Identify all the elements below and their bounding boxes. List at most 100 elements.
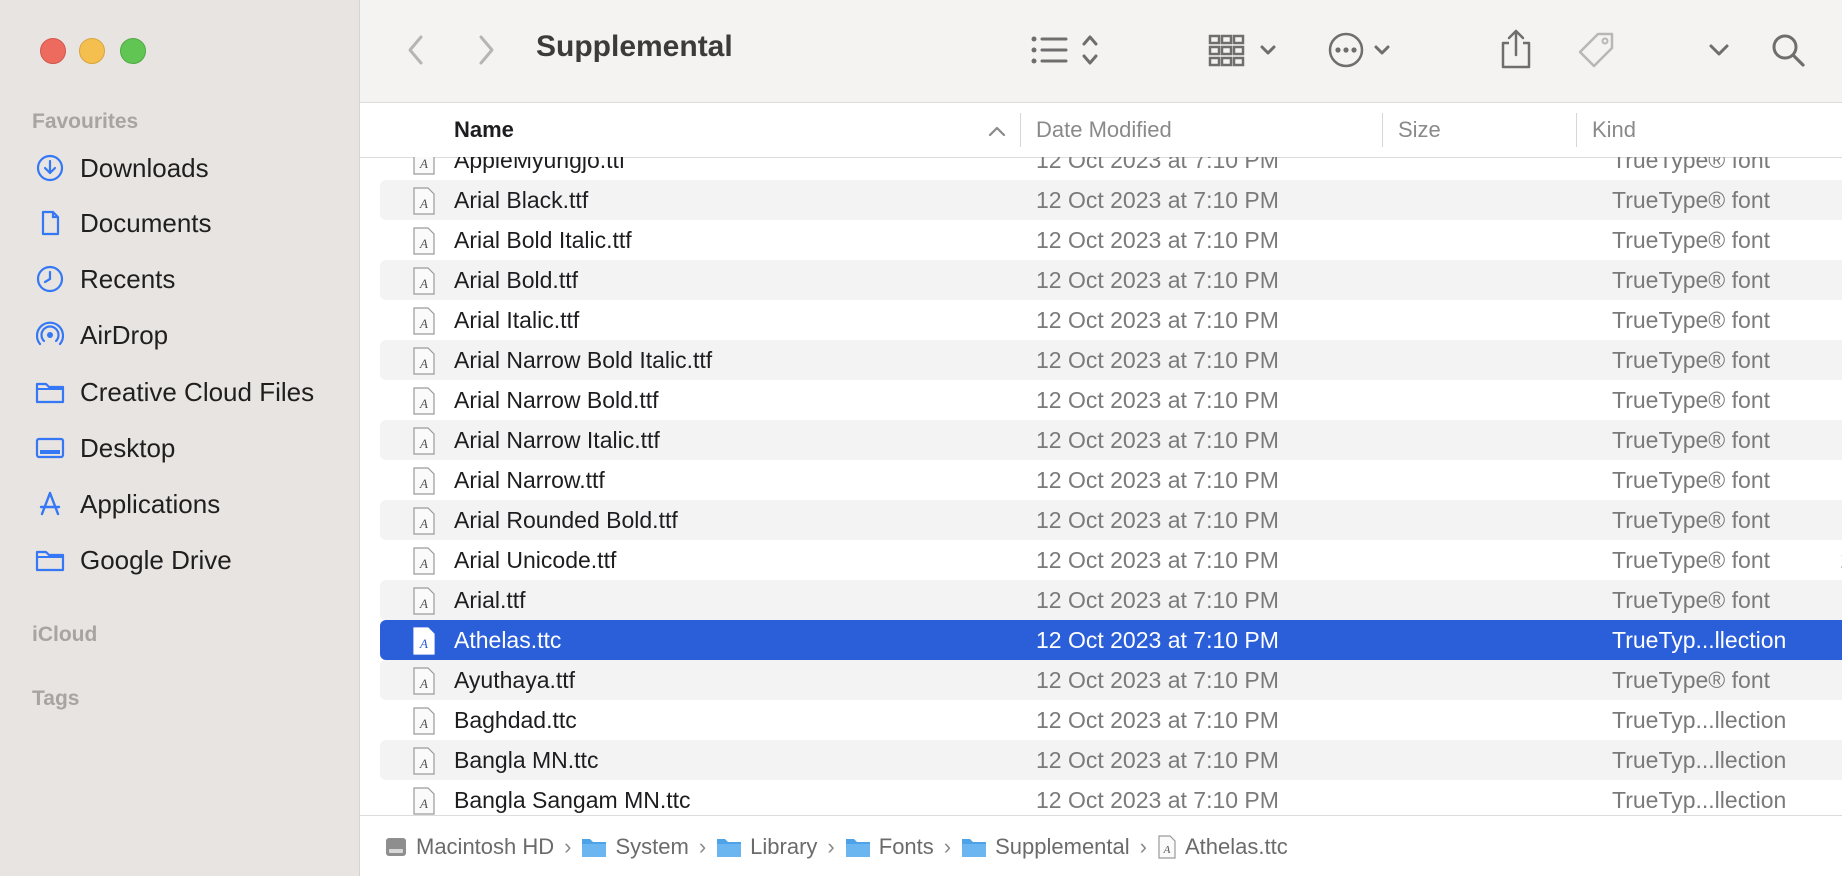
- svg-text:A: A: [419, 756, 428, 771]
- file-date-modified: 12 Oct 2023 at 7:10 PM: [1036, 786, 1279, 813]
- column-size[interactable]: Size: [1398, 117, 1441, 143]
- file-date-modified: 12 Oct 2023 at 7:10 PM: [1036, 546, 1279, 573]
- file-date-modified: 12 Oct 2023 at 7:10 PM: [1036, 746, 1279, 773]
- svg-text:A: A: [419, 157, 428, 171]
- file-kind: TrueType® font: [1612, 506, 1771, 533]
- forward-button[interactable]: [466, 30, 506, 70]
- file-kind: TrueTyp...llection: [1612, 786, 1787, 813]
- search-icon: [1772, 34, 1805, 67]
- window-title: Supplemental: [536, 30, 733, 63]
- font-file-icon: A: [412, 187, 436, 215]
- sidebar-item-desktop[interactable]: Desktop: [26, 425, 346, 471]
- path-crumb-supplemental[interactable]: Supplemental: [961, 834, 1130, 860]
- table-row[interactable]: AAyuthaya.ttf12 Oct 2023 at 7:10 PM307 K…: [380, 660, 1842, 700]
- table-row[interactable]: ABangla MN.ttc12 Oct 2023 at 7:10 PM317 …: [380, 740, 1842, 780]
- table-row[interactable]: AArial.ttf12 Oct 2023 at 7:10 PM773 KBTr…: [380, 580, 1842, 620]
- svg-text:A: A: [419, 596, 428, 611]
- applications-icon: [34, 488, 66, 520]
- column-date-modified[interactable]: Date Modified: [1036, 117, 1172, 143]
- sidebar-item-documents[interactable]: Documents: [26, 200, 346, 246]
- svg-text:A: A: [419, 196, 428, 211]
- download-circle-icon: [34, 152, 66, 184]
- icloud-heading[interactable]: iCloud: [32, 623, 97, 647]
- path-crumb-system[interactable]: System: [581, 834, 689, 860]
- table-row[interactable]: A Arial Narrow Italic.ttf 12 Oct 2023 at 7…: [380, 420, 1842, 460]
- column-name[interactable]: Name: [454, 117, 514, 143]
- favourites-heading: Favourites: [32, 110, 139, 133]
- close-window-button[interactable]: [40, 38, 66, 64]
- svg-text:A: A: [419, 356, 428, 371]
- font-file-icon: A: [1158, 834, 1176, 859]
- sidebar-item-creative-cloud-files[interactable]: Creative Cloud Files: [26, 369, 346, 415]
- table-row[interactable]: AArial Italic.ttf12 Oct 2023 at 7:10 PM5…: [380, 300, 1842, 340]
- table-row[interactable]: AArial Narrow.ttf12 Oct 2023 at 7:10 PM1…: [380, 460, 1842, 500]
- file-date-modified: 12 Oct 2023 at 7:10 PM: [1036, 306, 1279, 333]
- share-button[interactable]: [1496, 26, 1536, 72]
- table-row[interactable]: A Arial Bold Italic.ttf 12 Oct 2023 at 7:1…: [380, 220, 1842, 260]
- path-crumb-label: Library: [750, 833, 818, 859]
- view-options-button[interactable]: [1028, 28, 1112, 72]
- sidebar-item-google-drive[interactable]: Google Drive: [26, 537, 346, 583]
- table-row[interactable]: ABaghdad.ttc12 Oct 2023 at 7:10 PM109 KB…: [380, 700, 1842, 740]
- file-date-modified: 12 Oct 2023 at 7:10 PM: [1036, 157, 1279, 173]
- font-file-icon: A: [412, 507, 436, 535]
- font-file-icon: A: [412, 587, 436, 615]
- sidebar-item-airdrop[interactable]: AirDrop: [26, 312, 346, 358]
- svg-text:A: A: [419, 316, 428, 331]
- font-file-icon: A: [412, 627, 436, 655]
- file-name: Athelas.ttc: [454, 626, 562, 653]
- search-button[interactable]: [1766, 28, 1810, 72]
- table-row[interactable]: A Arial Narrow Bold Italic.ttf 12 Oct 2023…: [380, 340, 1842, 380]
- file-name: AppleMyungjo.ttf: [454, 157, 626, 173]
- file-date-modified: 12 Oct 2023 at 7:10 PM: [1036, 466, 1279, 493]
- zoom-window-button[interactable]: [120, 38, 146, 64]
- table-row[interactable]: A Arial Rounded Bold.ttf 12 Oct 2023 at 7:…: [380, 500, 1842, 540]
- column-kind[interactable]: Kind: [1592, 117, 1636, 143]
- sidebar-item-label: Downloads: [80, 152, 209, 183]
- table-row[interactable]: A Arial Narrow Bold.ttf 12 Oct 2023 at 7:1…: [380, 380, 1842, 420]
- file-name: Arial Narrow Bold Italic.ttf: [454, 346, 713, 373]
- table-row[interactable]: A Arial Unicode.ttf 12 Oct 2023 at 7:10 PM…: [380, 540, 1842, 580]
- sidebar-item-downloads[interactable]: Downloads: [26, 145, 346, 191]
- minimize-window-button[interactable]: [79, 38, 105, 64]
- column-divider[interactable]: [1576, 113, 1577, 147]
- column-divider[interactable]: [1020, 113, 1021, 147]
- sidebar-item-applications[interactable]: Applications: [26, 481, 346, 527]
- path-crumb-label: Fonts: [878, 833, 934, 859]
- back-button[interactable]: [396, 30, 436, 70]
- table-row[interactable]: AArial Bold.ttf12 Oct 2023 at 7:10 PM751…: [380, 260, 1842, 300]
- tags-heading[interactable]: Tags: [32, 687, 79, 711]
- more-toolbar-button[interactable]: [1704, 38, 1734, 62]
- file-name: Arial Narrow.ttf: [454, 466, 605, 493]
- table-row[interactable]: AArial Black.ttf12 Oct 2023 at 7:10 PM12…: [380, 180, 1842, 220]
- table-row[interactable]: A Bangla Sangam MN.ttc 12 Oct 2023 at 7:10…: [380, 780, 1842, 815]
- font-file-icon: A: [412, 787, 436, 815]
- font-file-icon: A: [412, 387, 436, 415]
- sidebar-item-label: Recents: [80, 263, 176, 294]
- file-kind: TrueType® font: [1612, 346, 1771, 373]
- table-row[interactable]: AAthelas.ttc12 Oct 2023 at 7:10 PM2.3 MB…: [380, 620, 1842, 660]
- group-by-button[interactable]: [1208, 28, 1284, 72]
- font-file-icon: A: [412, 427, 436, 455]
- tag-icon: [1578, 32, 1614, 68]
- path-separator: ›: [943, 833, 952, 859]
- path-crumb-fonts[interactable]: Fonts: [845, 834, 934, 860]
- font-file-icon: A: [412, 347, 436, 375]
- action-menu-button[interactable]: [1326, 28, 1402, 72]
- column-divider[interactable]: [1382, 113, 1383, 147]
- path-crumb-label: Macintosh HD: [416, 833, 555, 859]
- file-kind: TrueType® font: [1612, 426, 1771, 453]
- path-crumb-athelas[interactable]: A Athelas.ttc: [1157, 834, 1288, 860]
- tags-button[interactable]: [1574, 28, 1618, 72]
- sidebar: Favourites Downloads Documents Recents A…: [0, 0, 360, 876]
- font-file-icon: A: [412, 267, 436, 295]
- file-name: Bangla MN.ttc: [454, 746, 599, 773]
- column-header: Name Date Modified Size Kind: [360, 103, 1842, 158]
- table-row[interactable]: AAppleMyungjo.ttf12 Oct 2023 at 7:10 PM1…: [380, 157, 1842, 180]
- sidebar-item-recents[interactable]: Recents: [26, 256, 346, 302]
- path-crumb-macintosh-hd[interactable]: Macintosh HD: [384, 834, 554, 860]
- file-date-modified: 12 Oct 2023 at 7:10 PM: [1036, 506, 1279, 533]
- path-crumb-library[interactable]: Library: [716, 834, 817, 860]
- path-bar: Macintosh HD › System › Library › Fonts …: [360, 815, 1842, 876]
- sort-ascending-icon[interactable]: [988, 117, 1006, 143]
